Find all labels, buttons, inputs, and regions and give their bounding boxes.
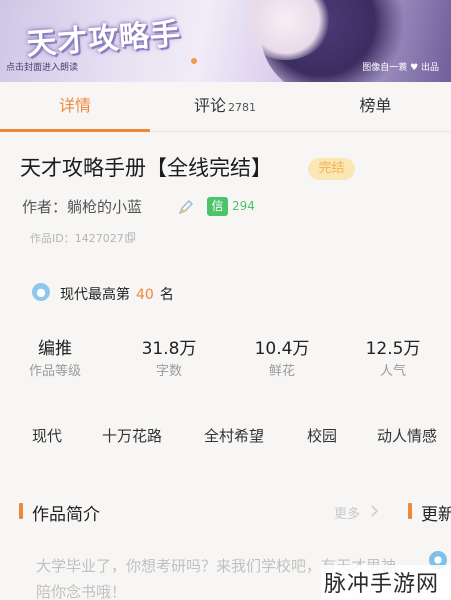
tag-item[interactable]: 全村希望 [204, 425, 264, 446]
copy-icon[interactable] [125, 232, 136, 243]
tab-ranking-label: 榜单 [359, 96, 392, 115]
stat-label: 鲜花 [268, 364, 295, 379]
tag-item[interactable]: 动人情感 [377, 425, 437, 446]
xin-count: 294 [232, 199, 255, 213]
work-id-text: 作品ID：1427027 [30, 232, 124, 245]
section-accent-bar [408, 503, 412, 519]
tab-ranking[interactable]: 榜单 [300, 82, 451, 132]
banner-hint: 点击封面进入朗读 [6, 63, 79, 73]
stat-level: 编推 作品等级 [10, 334, 100, 379]
book-title: 天才攻略手册【全线完结】 [20, 156, 272, 180]
tab-detail-label: 详情 [58, 96, 91, 115]
more-link[interactable]: 更多 [334, 503, 360, 522]
stat-label: 作品等级 [28, 364, 81, 379]
tag-item[interactable]: 现代 [32, 425, 62, 446]
work-id[interactable]: 作品ID：1427027 [30, 230, 136, 246]
banner-credit: 图像自一蓑 ♥ 出品 [362, 63, 439, 73]
pen-icon [178, 200, 193, 215]
stat-flowers: 10.4万鲜花 [237, 334, 327, 379]
stat-label: 人气 [379, 364, 406, 379]
status-badge: 完结 [308, 158, 355, 180]
rank-prefix: 现代最高第 [60, 287, 130, 303]
comment-count: 2781 [228, 101, 256, 114]
section-accent-bar [19, 503, 23, 519]
stat-value: 12.5万 [365, 339, 421, 359]
tab-bar: 详情 评论 2781 榜单 [0, 82, 451, 132]
tab-detail[interactable]: 详情 [0, 82, 150, 132]
active-tab-indicator [0, 129, 150, 132]
cover-banner[interactable]: 天才攻略手 点击封面进入朗读 图像自一蓑 ♥ 出品 [0, 0, 451, 82]
stat-label: 字数 [155, 364, 182, 379]
section-title-updates: 更新 [421, 505, 451, 525]
author-name[interactable]: 作者：躺枪的小蓝 [22, 196, 142, 217]
stat-value: 编推 [38, 339, 72, 359]
tab-comments[interactable]: 评论 2781 [150, 82, 300, 132]
rank-line[interactable]: 现代最高第 40 名 [60, 284, 174, 304]
banner-logo: 天才攻略手 [25, 16, 183, 63]
rank-suffix: 名 [159, 287, 174, 303]
stat-words: 31.8万字数 [124, 334, 214, 379]
rank-icon [32, 283, 50, 301]
tab-comments-label: 评论 [193, 96, 226, 115]
tag-item[interactable]: 十万花路 [102, 425, 162, 446]
carousel-dot [191, 58, 197, 64]
stat-popularity: 12.5万人气 [348, 334, 438, 379]
rank-number: 40 [136, 287, 154, 303]
stat-value: 10.4万 [254, 339, 310, 359]
tag-item[interactable]: 校园 [307, 425, 337, 446]
watermark-logo: 脉冲手游网 [324, 572, 440, 597]
chevron-right-icon[interactable] [370, 505, 379, 517]
xin-badge: 信 [207, 197, 228, 216]
stat-value: 31.8万 [141, 339, 197, 359]
section-title-intro: 作品简介 [32, 505, 100, 525]
